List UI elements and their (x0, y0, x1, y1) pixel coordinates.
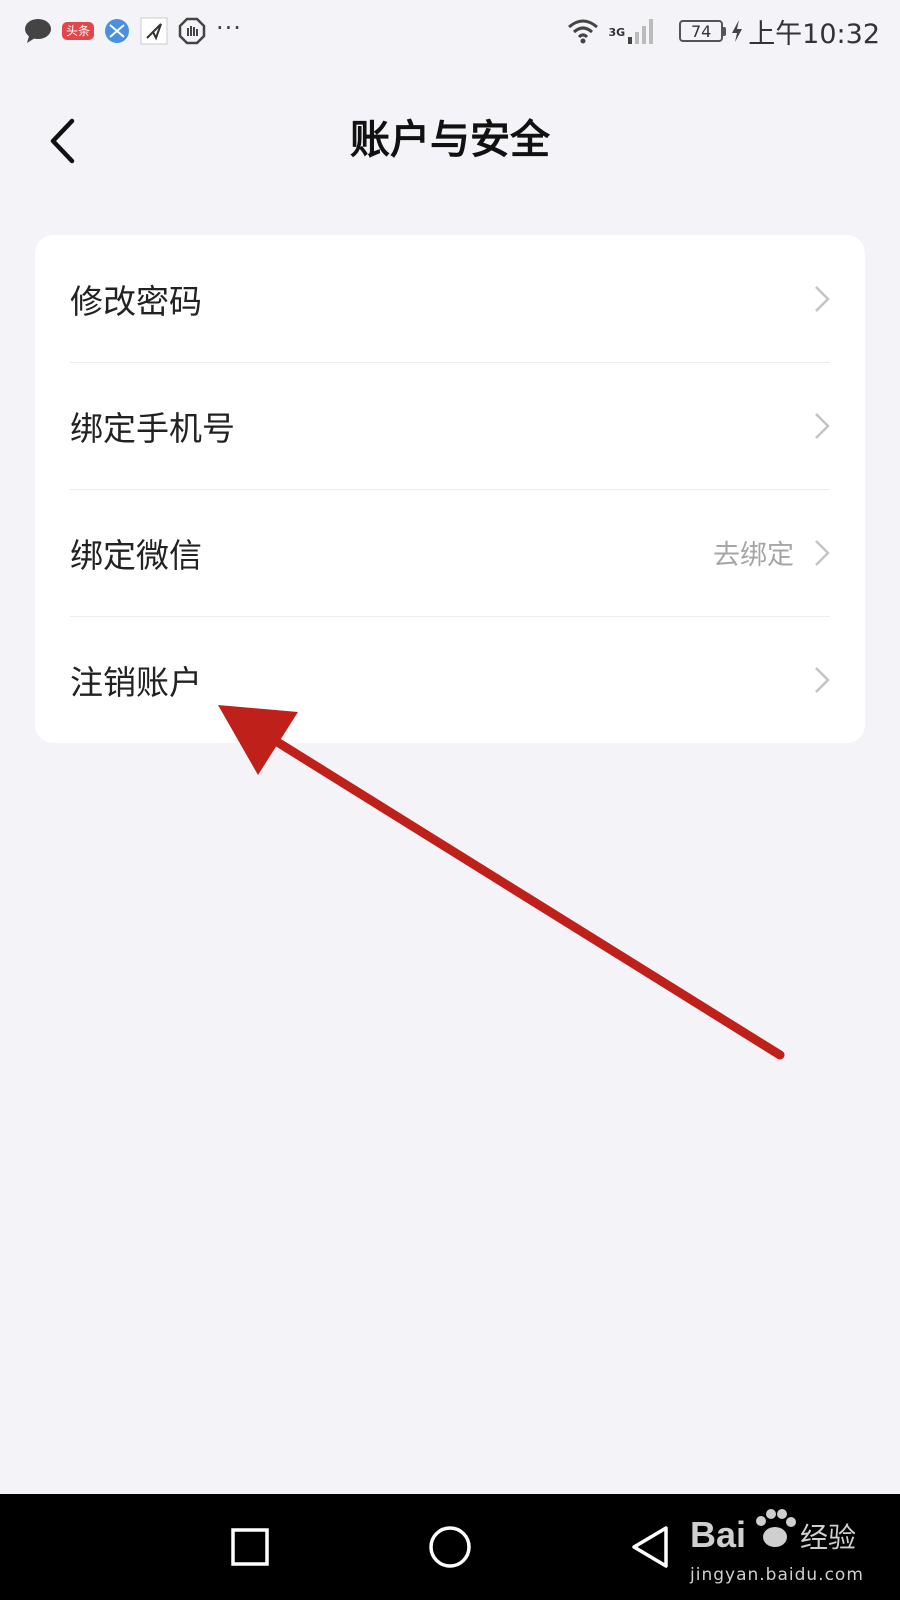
toutiao-icon: 头条 (62, 22, 95, 40)
settings-item-label: 注销账户 (70, 662, 202, 702)
chevron-right-icon (814, 666, 830, 694)
back-triangle-icon (632, 1526, 668, 1568)
settings-item-change-password[interactable]: 修改密码 (35, 235, 865, 362)
arrow-shaft (245, 720, 785, 1060)
settings-item-label: 绑定微信 (70, 535, 202, 575)
baidu-jingyan-watermark: Bai 经验 jingyan.baidu.com (690, 1505, 890, 1585)
home-circle-icon (429, 1526, 471, 1568)
signal-icon (627, 17, 655, 45)
recents-button[interactable] (220, 1517, 280, 1577)
battery-tip (723, 26, 727, 36)
chevron-right-icon (814, 539, 830, 567)
settings-item-bind-phone[interactable]: 绑定手机号 (35, 362, 865, 489)
settings-item-value: 去绑定 (713, 540, 794, 571)
send-icon (140, 17, 168, 45)
back-nav-button[interactable] (620, 1517, 680, 1577)
settings-item-label: 绑定手机号 (70, 408, 235, 448)
browser-icon (104, 18, 130, 44)
paw-icon (756, 1509, 796, 1547)
notification-icons: 头条 ··· (24, 14, 242, 45)
charging-icon (730, 19, 744, 43)
settings-item-bind-wechat[interactable]: 绑定微信 去绑定 (35, 489, 865, 616)
home-button[interactable] (420, 1517, 480, 1577)
page-title: 账户与安全 (350, 117, 550, 163)
baidu-jingyan-logo: Bai 经验 (690, 1509, 856, 1555)
settings-item-label: 修改密码 (70, 281, 202, 321)
watermark-url: jingyan.baidu.com (690, 1565, 864, 1585)
chevron-right-icon (814, 412, 830, 440)
wifi-icon (567, 18, 599, 44)
battery-level: 74 (679, 20, 724, 42)
shield-icon (178, 17, 206, 45)
chevron-right-icon (814, 285, 830, 313)
clock: 上午10:32 (748, 18, 880, 50)
settings-item-delete-account[interactable]: 注销账户 (35, 616, 865, 743)
settings-list: 修改密码 绑定手机号 绑定微信 去绑定 注销账户 (35, 235, 865, 743)
logo-text: Bai (690, 1514, 746, 1555)
network-type: 3G (608, 25, 626, 39)
status-bar: 头条 ··· 3G 74 上午10:32 (0, 0, 900, 62)
recents-square-icon (231, 1528, 269, 1566)
battery-icon: 74 (679, 20, 727, 42)
message-icon (24, 18, 52, 44)
system-status: 3G 74 上午10:32 (567, 12, 880, 51)
page-header: 账户与安全 (0, 95, 900, 185)
logo-text-after: 经验 (800, 1521, 856, 1554)
more-icon: ··· (216, 14, 242, 42)
